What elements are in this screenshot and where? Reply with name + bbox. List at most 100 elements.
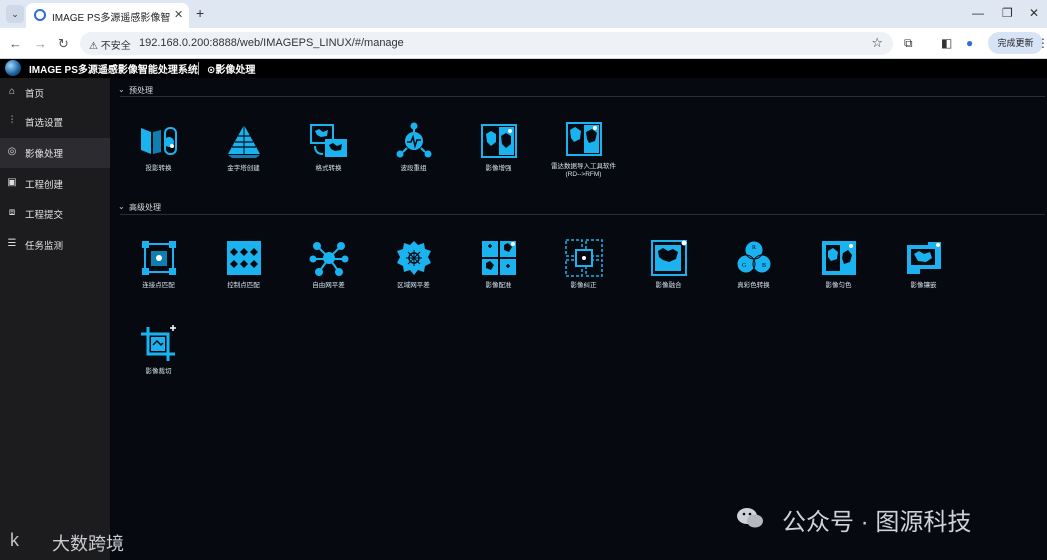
tab-list-chevron-icon[interactable]: ⌄	[6, 5, 24, 23]
tool-label: 影像裁切	[145, 368, 172, 375]
profile-icon[interactable]: ●	[966, 36, 973, 50]
tool-image-crop[interactable]: 影像裁切	[116, 325, 201, 376]
network-icon	[309, 242, 348, 276]
image-enhance-icon	[480, 124, 517, 158]
address-bar[interactable]: ⚠ 不安全 192.168.0.200:8888/web/IMAGEPS_LIN…	[80, 32, 893, 55]
sidebar-item-home[interactable]: ⌂ 首页	[0, 78, 110, 108]
insecure-label: 不安全	[100, 41, 131, 52]
project-create-icon: ▣	[7, 177, 17, 188]
tool-label: 雷达数据导入工具软件	[551, 163, 616, 170]
tool-label: 自由网平差	[312, 282, 345, 289]
tool-control-point-match[interactable]: 控制点匹配	[201, 239, 286, 290]
tool-label: 影像融合	[655, 282, 682, 289]
svg-text:R: R	[752, 245, 756, 251]
tool-image-registration[interactable]: 影像配准	[456, 239, 541, 290]
restore-icon[interactable]: ❐	[1002, 6, 1013, 20]
page-title-text: 影像处理	[215, 65, 256, 76]
main-panel: ⌄ 预处理 投影转换 金字塔创建 格式转换 波段重组 影像增强 雷达数据导入工具…	[110, 78, 1047, 560]
puzzle-icon	[481, 241, 516, 275]
sidebar: ⌂ 首页 ⫶ 首选设置 ◎ 影像处理 ▣ 工程创建 ⧈ 工程提交 ☰ 任务监测	[0, 78, 110, 560]
sidebar-item-label: 首页	[25, 89, 45, 100]
more-menu-icon[interactable]: ⋮	[1037, 36, 1047, 50]
sidebar-item-image-processing[interactable]: ◎ 影像处理	[0, 138, 110, 168]
header-divider	[198, 62, 199, 75]
close-window-icon[interactable]: ✕	[1029, 6, 1039, 20]
tool-pyramid-create[interactable]: 金字塔创建	[201, 122, 286, 173]
tool-format-convert[interactable]: 格式转换	[286, 122, 371, 173]
block-adjust-icon	[396, 241, 431, 275]
sidebar-item-project-submit[interactable]: ⧈ 工程提交	[0, 199, 110, 229]
radar-import-icon	[565, 122, 602, 156]
app-header: IMAGE PS多源遥感影像智能处理系统 ⊙影像处理	[0, 59, 1047, 78]
sidepanel-icon[interactable]: ◧	[941, 36, 952, 50]
tool-image-enhance[interactable]: 影像增强	[456, 122, 541, 173]
tie-point-icon	[141, 241, 176, 275]
sidebar-item-label: 任务监测	[25, 241, 64, 252]
task-monitor-icon: ☰	[7, 238, 17, 249]
app-title: IMAGE PS多源遥感影像智能处理系统	[29, 65, 198, 76]
insecure-warning[interactable]: ⚠ 不安全	[89, 37, 131, 52]
tool-label: 投影转换	[145, 165, 172, 172]
tool-label: 影像镶嵌	[910, 282, 937, 289]
tool-image-rectify[interactable]: 影像纠正	[541, 239, 626, 290]
tab-title: IMAGE PS多源遥感影像智能处理	[52, 13, 170, 24]
favicon-icon	[34, 9, 46, 21]
tool-band-recombine[interactable]: 波段重组	[371, 122, 456, 173]
section-title: 预处理	[129, 86, 153, 95]
tool-free-network-adjust[interactable]: 自由网平差	[286, 239, 371, 290]
tool-label: 影像匀色	[825, 282, 852, 289]
bookmark-star-icon[interactable]: ☆	[871, 35, 883, 51]
section-divider	[120, 96, 1045, 97]
update-button[interactable]: 完成更新	[988, 32, 1043, 54]
tool-label: 影像纠正	[570, 282, 597, 289]
tool-true-color-convert[interactable]: R G B 真彩色转换	[711, 239, 796, 290]
tool-block-adjust[interactable]: 区域网平差	[371, 239, 456, 290]
url-text[interactable]: 192.168.0.200:8888/web/IMAGEPS_LINUX/#/m…	[139, 37, 404, 49]
wechat-watermark: 公众号 · 图源科技	[782, 509, 972, 536]
tool-radar-import[interactable]: 雷达数据导入工具软件 (RD-->RFM)	[541, 120, 626, 179]
close-tab-icon[interactable]: ✕	[174, 8, 183, 21]
sidebar-item-task-monitor[interactable]: ☰ 任务监测	[0, 230, 110, 260]
sidebar-item-label: 影像处理	[25, 149, 64, 160]
section-divider	[120, 214, 1045, 215]
chevron-down-icon: ⌄	[118, 85, 125, 94]
app-logo	[5, 60, 21, 76]
color-balance-icon	[821, 241, 856, 275]
tool-image-mosaic[interactable]: 影像镶嵌	[881, 239, 966, 290]
svg-text:B: B	[762, 263, 766, 269]
sidebar-item-preferences[interactable]: ⫶ 首选设置	[0, 107, 110, 137]
extensions-icon[interactable]: ⧉	[904, 36, 913, 51]
chevron-down-icon: ⌄	[118, 202, 125, 211]
image-process-icon: ◎	[7, 146, 17, 157]
browser-toolbar: ← → ↻ ⚠ 不安全 192.168.0.200:8888/web/IMAGE…	[0, 28, 1047, 59]
tool-tie-point-match[interactable]: 连接点匹配	[116, 239, 201, 290]
tool-label: 控制点匹配	[227, 282, 260, 289]
sidebar-item-label: 工程提交	[25, 210, 64, 221]
tool-image-fusion[interactable]: 影像融合	[626, 239, 711, 290]
new-tab-icon[interactable]: +	[196, 5, 204, 21]
tool-label-sub: (RD-->RFM)	[565, 171, 602, 178]
format-convert-icon	[309, 124, 347, 157]
forward-icon[interactable]: →	[34, 36, 47, 51]
browser-tab[interactable]: IMAGE PS多源遥感影像智能处理 ✕	[26, 3, 189, 28]
project-submit-icon: ⧈	[8, 207, 16, 218]
band-recombine-icon	[396, 122, 431, 158]
control-point-icon	[226, 241, 261, 275]
tool-color-balance[interactable]: 影像匀色	[796, 239, 881, 290]
sidebar-item-label: 首选设置	[25, 118, 64, 129]
tool-label: 区域网平差	[397, 282, 430, 289]
sidebar-item-project-create[interactable]: ▣ 工程创建	[0, 169, 110, 199]
minimize-icon[interactable]: —	[972, 6, 984, 20]
reload-icon[interactable]: ↻	[58, 36, 69, 52]
rgb-icon: R G B	[736, 240, 771, 274]
tool-label: 影像增强	[485, 165, 512, 172]
tool-projection-transform[interactable]: 投影转换	[116, 122, 201, 173]
projection-icon	[140, 127, 177, 155]
back-icon[interactable]: ←	[9, 36, 22, 51]
page-title: ⊙影像处理	[207, 65, 256, 76]
wechat-icon	[737, 508, 763, 528]
tool-label: 波段重组	[400, 165, 427, 172]
fusion-icon	[650, 240, 687, 276]
section-title: 高级处理	[129, 203, 161, 212]
tool-label: 连接点匹配	[142, 282, 175, 289]
